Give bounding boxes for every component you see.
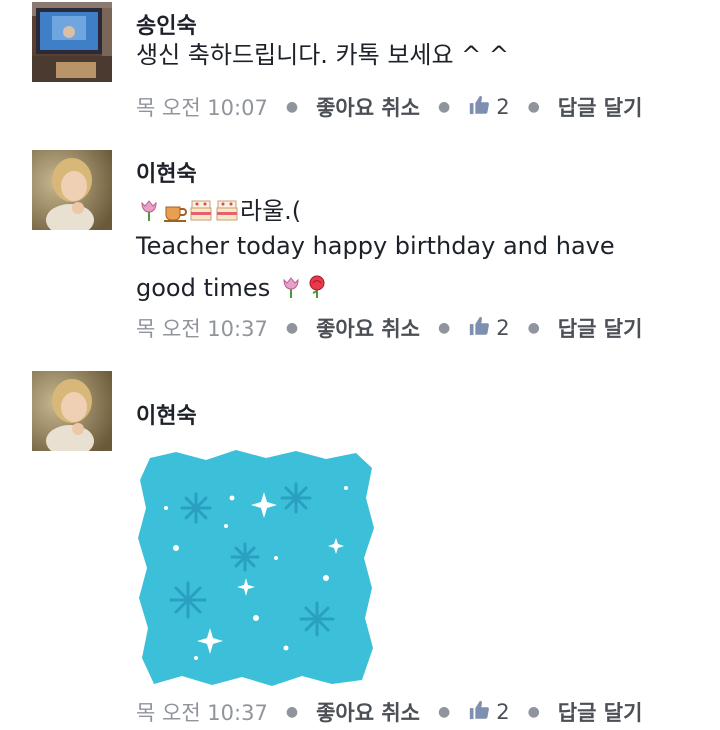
like-count[interactable]: 2 (496, 700, 509, 724)
thumbs-up-icon[interactable] (468, 315, 490, 342)
comment-meta: 목 오전 10:07 ● 좋아요 취소 ● 2 ● 답글 달기 (136, 89, 642, 125)
comment-text: 생신 축하드립니다. 카톡 보세요 ^ ^ (136, 41, 510, 69)
separator-dot: ● (285, 320, 299, 336)
avatar[interactable] (32, 150, 112, 230)
separator-dot: ● (437, 704, 451, 720)
comment-time[interactable]: 목 오전 10:37 (136, 313, 268, 343)
like-count[interactable]: 2 (496, 95, 509, 119)
cake-icon (188, 194, 214, 221)
separator-dot: ● (285, 704, 299, 720)
separator-dot: ● (527, 704, 540, 720)
avatar[interactable] (32, 2, 112, 82)
comment-text: Teacher today happy birthday and have (136, 232, 615, 260)
comment-author[interactable]: 이현숙 (136, 156, 197, 188)
reply-button[interactable]: 답글 달기 (558, 697, 643, 727)
like-cancel-button[interactable]: 좋아요 취소 (316, 92, 420, 122)
separator-dot: ● (527, 99, 540, 115)
tulip-icon (136, 194, 162, 221)
separator-dot: ● (437, 320, 451, 336)
separator-dot: ● (285, 99, 299, 115)
attached-image[interactable] (136, 448, 376, 688)
thumbs-up-icon[interactable] (468, 94, 490, 121)
comment-meta: 목 오전 10:37 ● 좋아요 취소 ● 2 ● 답글 달기 (136, 310, 642, 346)
comment-author[interactable]: 이현숙 (136, 398, 197, 430)
tulip-icon (278, 271, 304, 298)
separator-dot: ● (437, 99, 451, 115)
comment-time[interactable]: 목 오전 10:07 (136, 92, 268, 122)
comment-text: good times (136, 274, 271, 302)
avatar[interactable] (32, 371, 112, 451)
coffee-icon (162, 194, 188, 222)
comment-meta: 목 오전 10:37 ● 좋아요 취소 ● 2 ● 답글 달기 (136, 694, 642, 730)
comment-text-line: good times (136, 267, 330, 309)
separator-dot: ● (527, 320, 540, 336)
cake-icon (214, 194, 240, 221)
comment-time[interactable]: 목 오전 10:37 (136, 697, 268, 727)
rose-icon (304, 271, 330, 298)
like-cancel-button[interactable]: 좋아요 취소 (316, 313, 420, 343)
thumbs-up-icon[interactable] (468, 699, 490, 726)
like-cancel-button[interactable]: 좋아요 취소 (316, 697, 420, 727)
reply-button[interactable]: 답글 달기 (558, 313, 643, 343)
reply-button[interactable]: 답글 달기 (558, 92, 643, 122)
like-count[interactable]: 2 (496, 316, 509, 340)
comment-text: 라울.( (240, 197, 302, 225)
